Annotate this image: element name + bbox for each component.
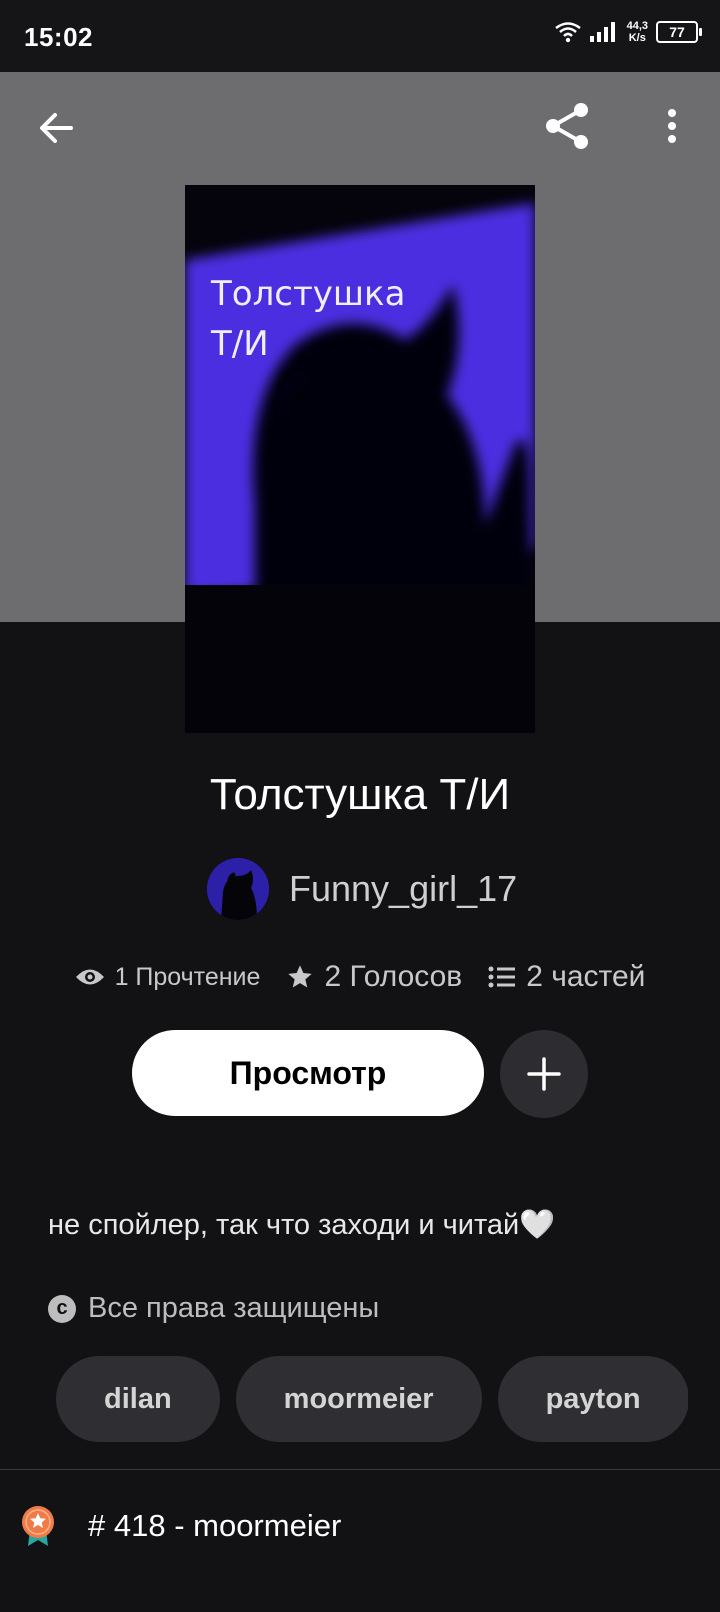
cover-title: Толстушка Т/И	[211, 269, 405, 369]
more-vertical-icon	[668, 109, 676, 143]
signal-icon	[589, 22, 615, 42]
votes-count: 2 Голосов	[324, 960, 463, 993]
reads-count: 1 Прочтение	[114, 962, 261, 991]
parts-stat: 2 частей	[488, 960, 645, 994]
share-button[interactable]	[535, 94, 599, 158]
parts-count: 2 частей	[526, 960, 646, 993]
copyright-text: Все права защищены	[88, 1292, 380, 1324]
cover-title-line2: Т/И	[211, 324, 269, 364]
star-icon	[288, 965, 313, 988]
book-cover[interactable]: Толстушка Т/И	[185, 185, 535, 733]
share-icon	[546, 103, 588, 149]
tag-chip[interactable]: dilan	[56, 1356, 220, 1442]
author-name: Funny_girl_17	[289, 868, 518, 909]
reads-stat: 1 Прочтение	[75, 962, 261, 992]
plus-icon	[527, 1057, 561, 1091]
arrow-left-icon	[40, 113, 73, 143]
story-title: Толстушка Т/И	[209, 770, 511, 819]
status-bar: 15:02 44,3 K/s 77	[0, 0, 720, 72]
award-badge-icon	[22, 1506, 54, 1546]
copyright-notice: c Все права защищены	[48, 1292, 379, 1325]
status-icons: 44,3 K/s 77	[554, 20, 702, 44]
author-link[interactable]: Funny_girl_17	[207, 858, 517, 920]
status-time: 15:02	[24, 22, 93, 52]
wifi-icon	[554, 22, 581, 43]
tags-list: dilan moormeier payton pa	[56, 1356, 688, 1442]
tag-chip[interactable]: moormeier	[235, 1356, 482, 1442]
network-speed: 44,3 K/s	[627, 20, 648, 44]
back-button[interactable]	[24, 96, 88, 160]
ranking-row[interactable]: # 418 - moormeier	[20, 1504, 341, 1548]
list-icon	[488, 966, 516, 988]
cover-title-line1: Толстушка	[211, 274, 406, 314]
avatar	[207, 858, 269, 920]
copyright-icon: c	[48, 1294, 76, 1323]
ranking-text: # 418 - moormeier	[88, 1508, 342, 1543]
cover-image	[185, 185, 535, 733]
avatar-image	[207, 858, 269, 920]
story-stats: 1 Прочтение 2 Голосов 2 частей	[0, 960, 720, 994]
view-button[interactable]: Просмотр	[132, 1030, 484, 1116]
network-speed-unit: K/s	[628, 32, 646, 44]
eye-icon	[75, 969, 104, 985]
more-options-button[interactable]	[640, 94, 704, 158]
network-speed-value: 44,3	[626, 20, 648, 32]
story-description: не спойлер, так что заходи и читай🤍	[48, 1209, 556, 1241]
votes-stat: 2 Голосов	[286, 960, 462, 994]
add-to-library-button[interactable]	[500, 1030, 588, 1118]
tag-chip[interactable]: payton	[497, 1356, 688, 1442]
divider	[0, 1469, 720, 1470]
battery-indicator: 77	[656, 21, 702, 43]
